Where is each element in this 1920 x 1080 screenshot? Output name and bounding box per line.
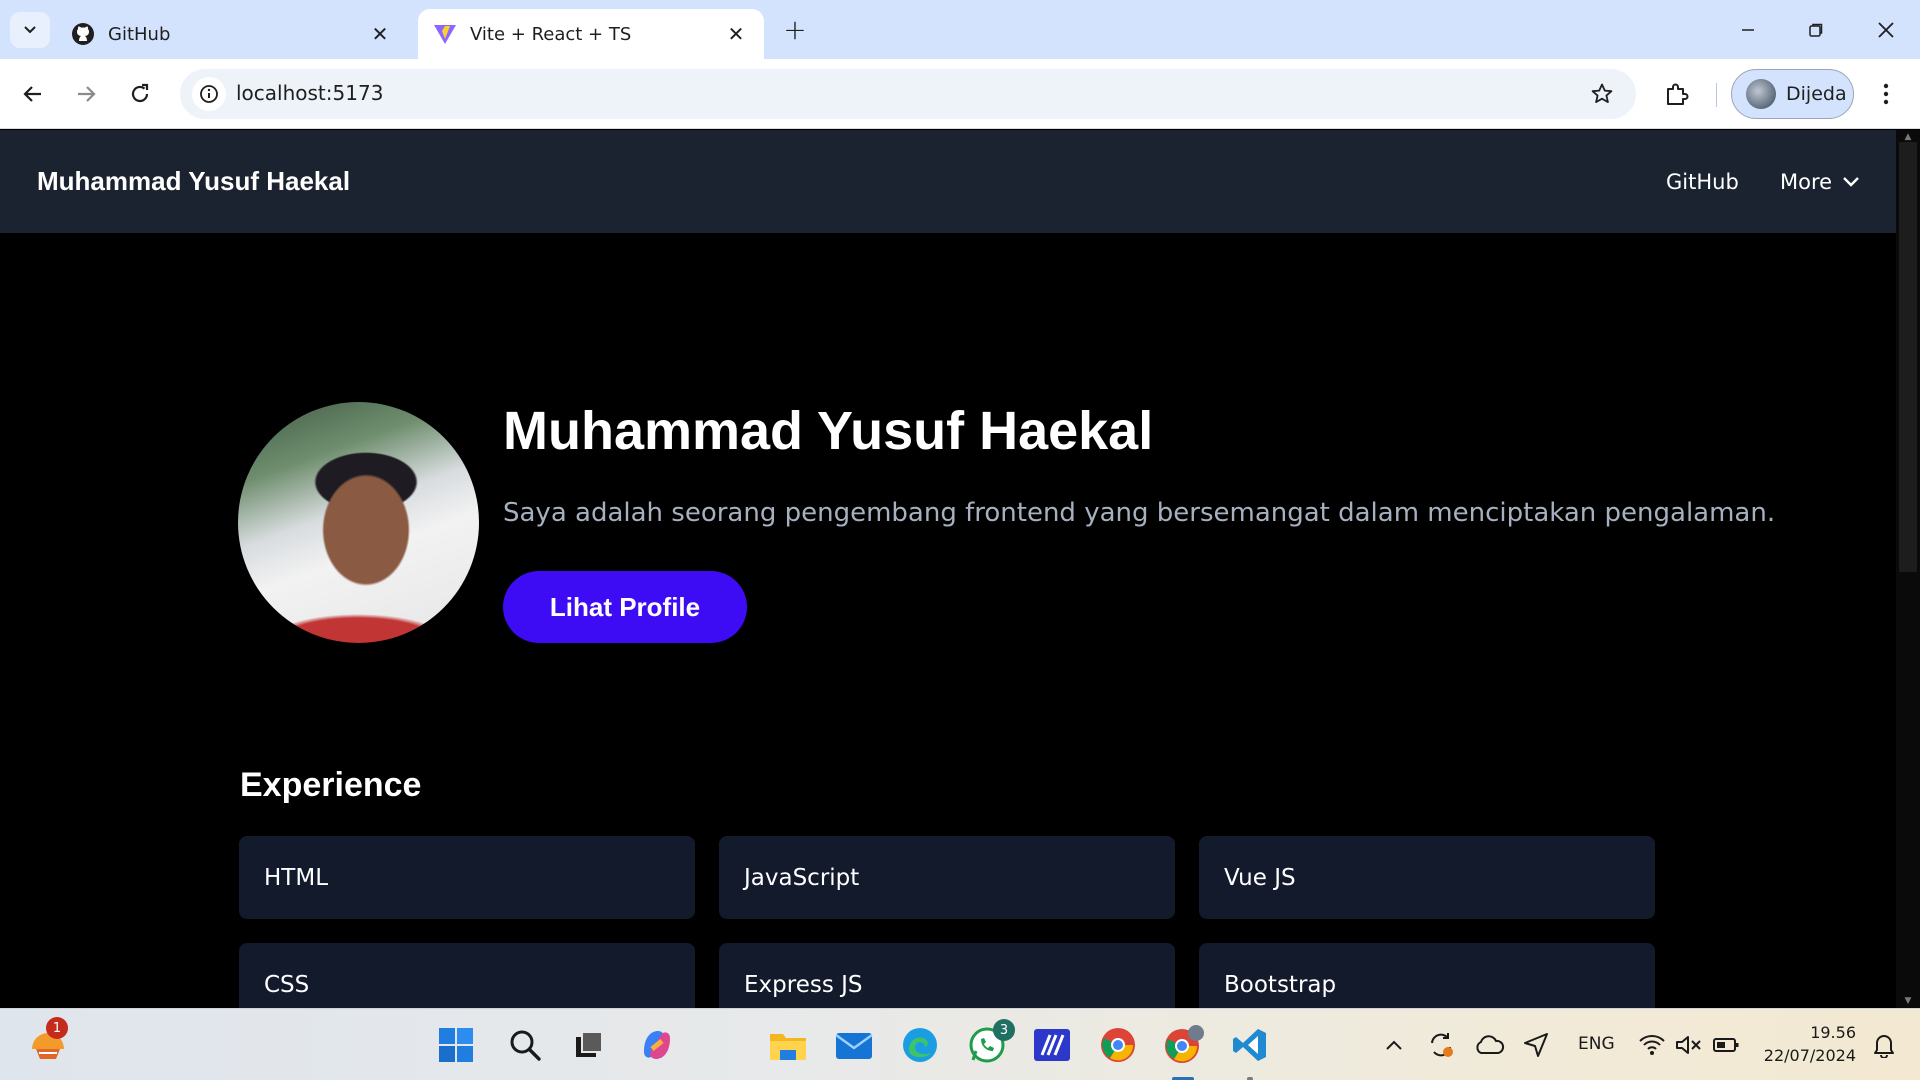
nav-more-label: More <box>1780 170 1833 194</box>
language-indicator[interactable]: ENG <box>1578 1034 1615 1054</box>
close-tab-icon[interactable]: ✕ <box>724 22 748 46</box>
arrow-right-icon <box>78 86 96 102</box>
page-viewport: Muhammad Yusuf Haekal GitHub More Muhamm… <box>0 130 1920 1008</box>
experience-card: Express JS <box>719 943 1175 1008</box>
minimize-button[interactable] <box>1714 0 1782 59</box>
close-tab-icon[interactable]: ✕ <box>368 22 392 46</box>
sync-icon[interactable] <box>1419 1023 1463 1067</box>
browser-toolbar: localhost:5173 Dijeda <box>0 59 1920 129</box>
chrome-icon[interactable] <box>1096 1023 1140 1067</box>
url-text[interactable]: localhost:5173 <box>236 81 383 105</box>
tab-search-button[interactable] <box>10 12 50 48</box>
puzzle-icon <box>1667 83 1689 105</box>
github-icon <box>70 21 96 47</box>
address-bar[interactable]: localhost:5173 <box>180 69 1636 119</box>
experience-grid: HTML JavaScript Vue JS CSS Express JS Bo… <box>239 836 1655 1008</box>
close-icon <box>1878 21 1894 38</box>
task-view-icon[interactable] <box>567 1023 611 1067</box>
profile-name: Dijeda <box>1786 83 1847 105</box>
system-clock[interactable]: 19.56 22/07/2024 <box>1758 1021 1856 1067</box>
show-hidden-icons-chevron-icon[interactable] <box>1372 1023 1416 1067</box>
restore-button[interactable] <box>1782 0 1850 59</box>
restore-icon <box>1809 23 1823 37</box>
browser-menu-button[interactable] <box>1868 76 1904 112</box>
forward-button[interactable] <box>68 76 104 112</box>
start-windows-icon[interactable] <box>434 1023 478 1067</box>
kebab-menu-icon <box>1883 83 1889 105</box>
tab-github[interactable]: GitHub ✕ <box>56 9 408 59</box>
view-profile-button[interactable]: Lihat Profile <box>503 571 747 643</box>
profile-button[interactable]: Dijeda <box>1731 69 1854 119</box>
experience-card: HTML <box>239 836 695 919</box>
reload-icon <box>131 83 149 103</box>
tab-title: GitHub <box>108 23 171 45</box>
scrollbar-thumb[interactable] <box>1899 142 1917 572</box>
search-icon[interactable] <box>503 1023 547 1067</box>
arrow-left-icon <box>23 86 41 102</box>
edge-browser-icon[interactable] <box>898 1023 942 1067</box>
site-brand[interactable]: Muhammad Yusuf Haekal <box>37 166 350 197</box>
vite-icon <box>432 21 458 47</box>
whatsapp-icon[interactable]: 3 <box>965 1019 1015 1067</box>
experience-card: JavaScript <box>719 836 1175 919</box>
app-ia-icon[interactable] <box>1030 1023 1074 1067</box>
toolbar-separator <box>1716 83 1717 107</box>
vscode-icon[interactable] <box>1228 1023 1272 1067</box>
scroll-down-arrow-icon[interactable]: ▼ <box>1900 996 1916 1006</box>
experience-card: CSS <box>239 943 695 1008</box>
nav-link-github[interactable]: GitHub <box>1666 170 1739 194</box>
widgets-weather-icon[interactable]: 1 <box>26 1017 70 1067</box>
widgets-badge: 1 <box>46 1017 68 1039</box>
extensions-button[interactable] <box>1658 75 1696 113</box>
onedrive-cloud-icon[interactable] <box>1467 1023 1511 1067</box>
hero-title: Muhammad Yusuf Haekal <box>503 401 1154 461</box>
experience-card: Bootstrap <box>1199 943 1655 1008</box>
taskbar: 1 3 ENG 19.56 22/07/2024 <box>0 1008 1920 1080</box>
back-button[interactable] <box>15 76 51 112</box>
hero-description: Saya adalah seorang pengembang frontend … <box>503 498 1776 528</box>
profile-avatar <box>1746 79 1776 109</box>
new-tab-button[interactable]: + <box>778 12 812 46</box>
close-window-button[interactable] <box>1852 0 1920 59</box>
clock-time: 19.56 <box>1810 1023 1856 1042</box>
tab-strip: GitHub ✕ Vite + React + TS ✕ + <box>0 0 1920 59</box>
location-arrow-icon[interactable] <box>1514 1023 1558 1067</box>
tab-title: Vite + React + TS <box>470 23 632 45</box>
nav-dropdown-more[interactable]: More <box>1780 170 1860 194</box>
copilot-icon[interactable] <box>635 1023 679 1067</box>
file-explorer-icon[interactable] <box>766 1023 810 1067</box>
site-info-icon[interactable] <box>192 77 226 111</box>
battery-icon[interactable] <box>1704 1023 1748 1067</box>
minimize-icon <box>1742 28 1754 31</box>
site-navbar: Muhammad Yusuf Haekal GitHub More <box>0 130 1896 233</box>
reload-button[interactable] <box>122 76 158 112</box>
experience-heading: Experience <box>240 766 422 804</box>
tab-vite[interactable]: Vite + React + TS ✕ <box>418 9 764 59</box>
scroll-up-arrow-icon[interactable]: ▲ <box>1900 132 1916 142</box>
notification-bell-icon[interactable] <box>1862 1023 1906 1067</box>
chevron-down-icon <box>24 26 36 34</box>
profile-photo <box>238 402 479 643</box>
whatsapp-badge: 3 <box>993 1019 1015 1041</box>
chrome-profile-icon[interactable] <box>1162 1023 1206 1067</box>
clock-date: 22/07/2024 <box>1763 1046 1856 1065</box>
mail-icon[interactable] <box>832 1023 876 1067</box>
chevron-down-icon <box>1843 177 1859 187</box>
experience-card: Vue JS <box>1199 836 1655 919</box>
bookmark-star-icon[interactable] <box>1588 80 1616 108</box>
